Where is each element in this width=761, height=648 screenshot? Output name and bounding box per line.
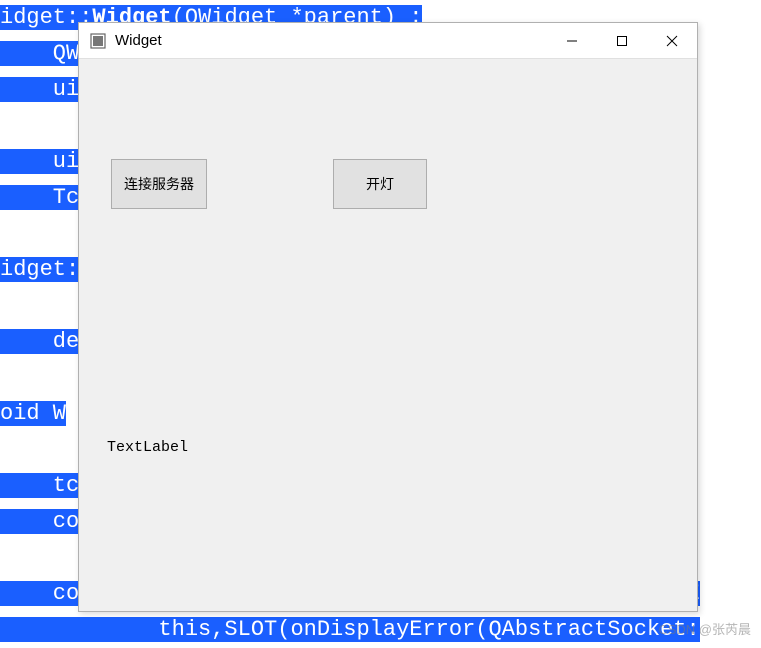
window-titlebar[interactable]: Widget <box>79 23 697 59</box>
window-client-area: 连接服务器 开灯 TextLabel <box>79 59 697 611</box>
watermark-text: CSDN @张芮晨 <box>658 619 751 638</box>
code-text: idget: <box>0 257 79 282</box>
light-on-button[interactable]: 开灯 <box>333 159 427 209</box>
widget-window: Widget 连接服务器 开灯 TextLabel <box>78 22 698 612</box>
maximize-button[interactable] <box>597 23 647 59</box>
close-button[interactable] <box>647 23 697 59</box>
code-text: this,SLOT(onDisplayError(QAbstractSocket… <box>0 617 700 642</box>
window-title: Widget <box>115 32 547 49</box>
window-controls <box>547 23 697 59</box>
qt-app-icon <box>89 32 107 50</box>
code-text: oid W <box>0 401 66 426</box>
minimize-button[interactable] <box>547 23 597 59</box>
text-label: TextLabel <box>107 439 188 456</box>
connect-server-button[interactable]: 连接服务器 <box>111 159 207 209</box>
